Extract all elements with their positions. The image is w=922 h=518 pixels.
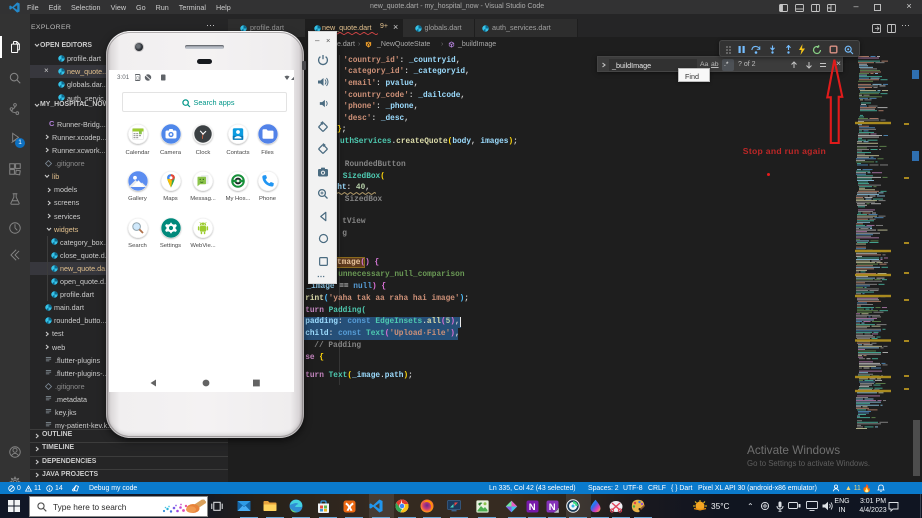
svg-text:N: N	[548, 502, 555, 513]
svg-text:N: N	[528, 502, 535, 513]
